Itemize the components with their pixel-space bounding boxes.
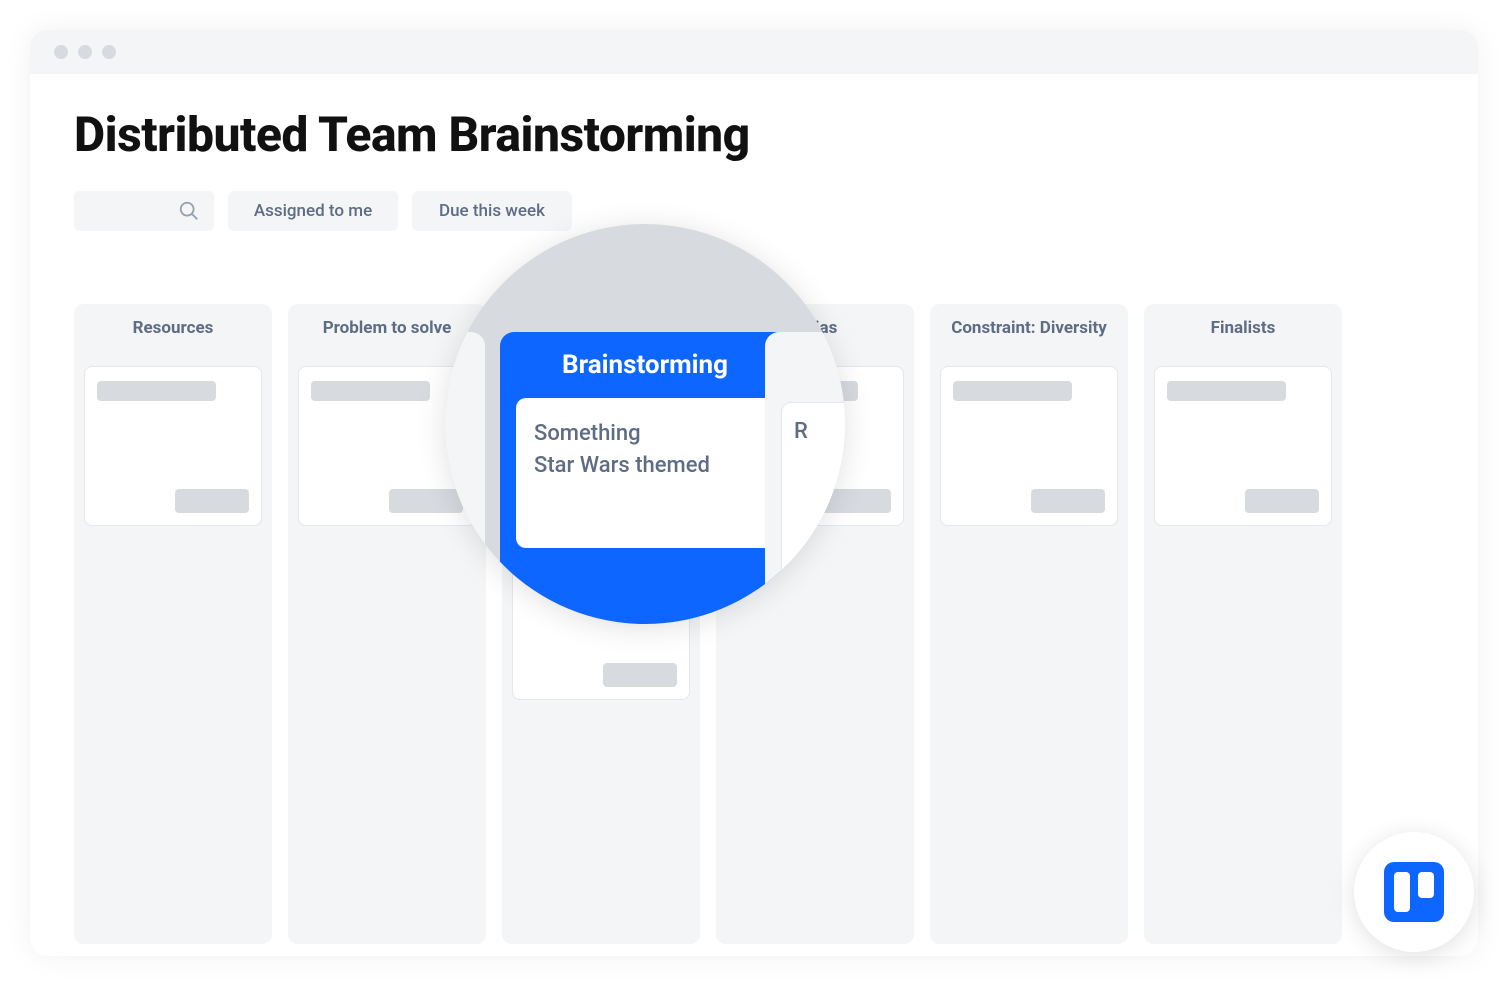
magnified-card[interactable]: Something Star Wars themed — [516, 398, 774, 548]
search-icon — [178, 200, 200, 222]
search-input[interactable] — [74, 191, 214, 231]
card[interactable] — [1154, 366, 1332, 526]
filter-assigned-to-me[interactable]: Assigned to me — [228, 191, 398, 231]
card-placeholder-meta — [1031, 489, 1105, 513]
card[interactable] — [84, 366, 262, 526]
list-resources[interactable]: Resources — [74, 304, 272, 944]
trello-badge[interactable] — [1354, 832, 1474, 952]
card-placeholder-meta — [603, 663, 677, 687]
card[interactable] — [940, 366, 1118, 526]
window-zoom-dot[interactable] — [102, 45, 116, 59]
card-placeholder-line — [1167, 381, 1286, 401]
trello-logo-icon — [1384, 862, 1444, 922]
magnified-list-brainstorming: Brainstorming Something Star Wars themed — [500, 332, 790, 624]
card-placeholder-meta — [175, 489, 249, 513]
list-constraint-diversity[interactable]: Constraint: Diversity — [930, 304, 1128, 944]
window-frame: Distributed Team Brainstorming Assigned … — [30, 30, 1478, 956]
list-header: Resources — [84, 318, 262, 338]
magnified-peek-card: R — [781, 402, 845, 598]
window-close-dot[interactable] — [54, 45, 68, 59]
list-finalists[interactable]: Finalists — [1144, 304, 1342, 944]
magnified-list-left-edge — [445, 332, 485, 624]
card-placeholder-line — [97, 381, 216, 401]
magnified-card-text: Star Wars themed — [534, 450, 756, 482]
card-placeholder-line — [311, 381, 430, 401]
board-title: Distributed Team Brainstorming — [74, 106, 1434, 163]
magnified-peek-text: R — [794, 419, 808, 444]
magnified-list-right-edge: R — [765, 332, 845, 624]
magnifier-lens: Brainstorming Something Star Wars themed… — [445, 224, 845, 624]
magnifier-content: Brainstorming Something Star Wars themed… — [445, 224, 845, 624]
list-header: Finalists — [1154, 318, 1332, 338]
list-header: Constraint: Diversity — [940, 318, 1118, 338]
window-minimize-dot[interactable] — [78, 45, 92, 59]
card-placeholder-meta — [1245, 489, 1319, 513]
window-title-bar — [30, 30, 1478, 74]
board-content: Distributed Team Brainstorming Assigned … — [30, 74, 1478, 956]
magnified-card-text: Something — [534, 418, 756, 450]
magnified-list-title: Brainstorming — [516, 350, 774, 380]
card-placeholder-line — [953, 381, 1072, 401]
